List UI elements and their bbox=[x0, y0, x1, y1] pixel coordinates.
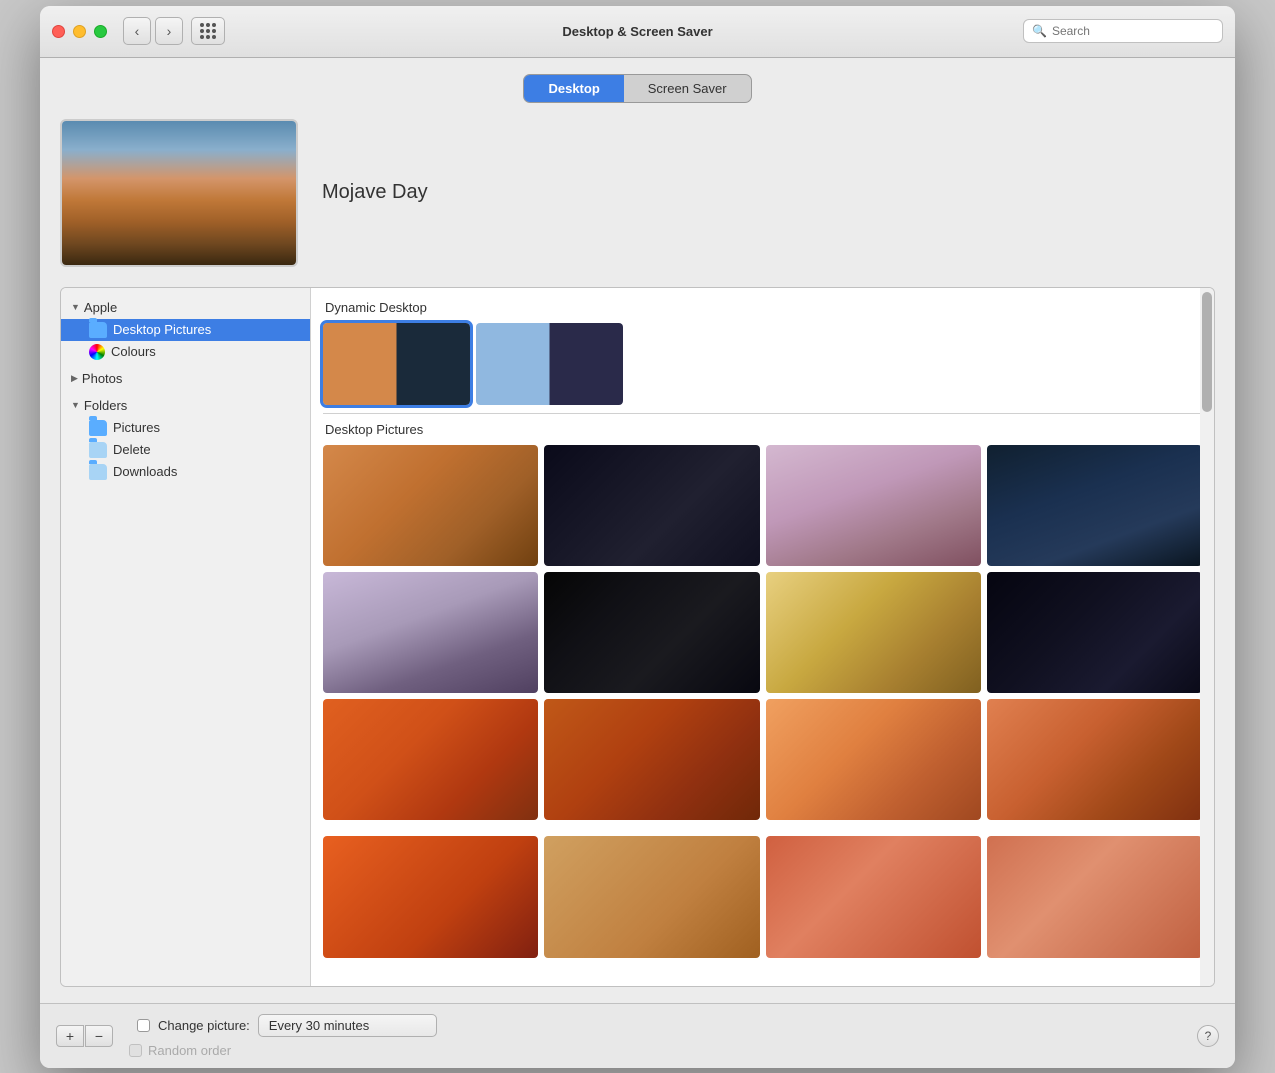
sidebar-section-apple: ▼ Apple Desktop Pictures Colours bbox=[61, 296, 310, 363]
list-item[interactable] bbox=[987, 699, 1202, 820]
sidebar-apple-label: Apple bbox=[84, 300, 117, 315]
nav-buttons: ‹ › bbox=[123, 17, 183, 45]
sidebar-downloads-label: Downloads bbox=[113, 464, 177, 479]
sidebar-item-downloads[interactable]: Downloads bbox=[61, 461, 310, 483]
list-item[interactable] bbox=[544, 836, 759, 957]
folder-downloads-icon bbox=[89, 464, 107, 480]
list-item[interactable] bbox=[766, 699, 981, 820]
sidebar-section-folders: ▼ Folders Pictures Delete Downloads bbox=[61, 394, 310, 483]
sidebar-photos-label: Photos bbox=[82, 371, 122, 386]
dynamic-desktop-label: Dynamic Desktop bbox=[323, 300, 1202, 315]
desktop-pictures-section: Desktop Pictures bbox=[323, 422, 1202, 957]
change-picture-checkbox[interactable] bbox=[137, 1019, 150, 1032]
desktop-pictures-grid bbox=[323, 445, 1202, 820]
scrollbar-thumb[interactable] bbox=[1202, 292, 1212, 412]
random-order-row: Random order bbox=[129, 1043, 437, 1058]
list-item[interactable] bbox=[544, 699, 759, 820]
add-remove-buttons: + − bbox=[56, 1025, 113, 1047]
wallpaper-catalina-dynamic[interactable] bbox=[476, 323, 623, 406]
list-item[interactable] bbox=[323, 836, 538, 957]
main-content: Desktop Screen Saver Mojave Day ▼ Apple bbox=[40, 58, 1235, 1003]
change-picture-label: Change picture: bbox=[158, 1018, 250, 1033]
sidebar-item-desktop-pictures[interactable]: Desktop Pictures bbox=[61, 319, 310, 341]
sidebar-folders-header[interactable]: ▼ Folders bbox=[61, 394, 310, 417]
browser-area: ▼ Apple Desktop Pictures Colours ▶ bbox=[60, 287, 1215, 987]
traffic-lights bbox=[52, 25, 107, 38]
preview-section: Mojave Day bbox=[60, 119, 1215, 267]
random-order-checkbox[interactable] bbox=[129, 1044, 142, 1057]
list-item[interactable] bbox=[766, 572, 981, 693]
sidebar-folders-label: Folders bbox=[84, 398, 127, 413]
sidebar-item-pictures[interactable]: Pictures bbox=[61, 417, 310, 439]
folder-delete-icon bbox=[89, 442, 107, 458]
tab-desktop[interactable]: Desktop bbox=[524, 75, 623, 102]
bottom-bar: + − Change picture: Every 5 seconds Ever… bbox=[40, 1003, 1235, 1068]
scrollbar-track[interactable] bbox=[1200, 288, 1214, 986]
tab-screensaver[interactable]: Screen Saver bbox=[624, 75, 751, 102]
app-grid-button[interactable] bbox=[191, 17, 225, 45]
back-button[interactable]: ‹ bbox=[123, 17, 151, 45]
triangle-down-icon-2: ▼ bbox=[71, 400, 80, 410]
wallpaper-grid-area: Dynamic Desktop Desktop Pictures bbox=[311, 288, 1214, 986]
section-divider bbox=[323, 413, 1202, 414]
preview-image bbox=[62, 121, 296, 265]
interval-select[interactable]: Every 5 seconds Every 1 minute Every 5 m… bbox=[258, 1014, 437, 1037]
search-bar[interactable]: 🔍 bbox=[1023, 19, 1223, 43]
sidebar-colours-label: Colours bbox=[111, 344, 156, 359]
list-item[interactable] bbox=[766, 836, 981, 957]
triangle-down-icon: ▼ bbox=[71, 302, 80, 312]
help-button[interactable]: ? bbox=[1197, 1025, 1219, 1047]
forward-button[interactable]: › bbox=[155, 17, 183, 45]
sidebar-pictures-label: Pictures bbox=[113, 420, 160, 435]
search-icon: 🔍 bbox=[1032, 24, 1047, 38]
remove-button[interactable]: − bbox=[85, 1025, 113, 1047]
sidebar-apple-header[interactable]: ▼ Apple bbox=[61, 296, 310, 319]
sidebar-section-photos: ▶ Photos bbox=[61, 367, 310, 390]
main-window: ‹ › Desktop & Screen Saver 🔍 Desktop Scr… bbox=[40, 6, 1235, 1068]
sidebar: ▼ Apple Desktop Pictures Colours ▶ bbox=[61, 288, 311, 986]
list-item[interactable] bbox=[544, 572, 759, 693]
preview-name: Mojave Day bbox=[322, 181, 428, 204]
random-order-label: Random order bbox=[148, 1043, 231, 1058]
search-input[interactable] bbox=[1052, 24, 1214, 38]
desktop-pictures-label: Desktop Pictures bbox=[323, 422, 1202, 437]
dynamic-desktop-section: Dynamic Desktop bbox=[323, 300, 1202, 406]
add-button[interactable]: + bbox=[56, 1025, 84, 1047]
sidebar-item-delete[interactable]: Delete bbox=[61, 439, 310, 461]
list-item[interactable] bbox=[323, 572, 538, 693]
list-item[interactable] bbox=[544, 445, 759, 566]
folder-pictures-icon bbox=[89, 420, 107, 436]
minimize-button[interactable] bbox=[73, 25, 86, 38]
sidebar-photos-header[interactable]: ▶ Photos bbox=[61, 367, 310, 390]
tab-group: Desktop Screen Saver bbox=[523, 74, 751, 103]
titlebar: ‹ › Desktop & Screen Saver 🔍 bbox=[40, 6, 1235, 58]
list-item[interactable] bbox=[323, 699, 538, 820]
sidebar-desktop-pictures-label: Desktop Pictures bbox=[113, 322, 211, 337]
dynamic-desktop-grid bbox=[323, 323, 623, 406]
list-item[interactable] bbox=[987, 572, 1202, 693]
list-item[interactable] bbox=[766, 445, 981, 566]
list-item[interactable] bbox=[323, 445, 538, 566]
sidebar-delete-label: Delete bbox=[113, 442, 151, 457]
color-circle-icon bbox=[89, 344, 105, 360]
desktop-pictures-grid-extra bbox=[323, 836, 1202, 957]
window-title: Desktop & Screen Saver bbox=[562, 24, 712, 39]
preview-thumbnail bbox=[60, 119, 298, 267]
controls-right: Change picture: Every 5 seconds Every 1 … bbox=[129, 1014, 437, 1058]
interval-select-wrapper: Every 5 seconds Every 1 minute Every 5 m… bbox=[258, 1014, 437, 1037]
grid-icon bbox=[200, 23, 216, 39]
tab-bar: Desktop Screen Saver bbox=[60, 74, 1215, 103]
list-item[interactable] bbox=[987, 445, 1202, 566]
close-button[interactable] bbox=[52, 25, 65, 38]
sidebar-item-colours[interactable]: Colours bbox=[61, 341, 310, 363]
triangle-right-icon: ▶ bbox=[71, 373, 78, 384]
change-picture-row: Change picture: Every 5 seconds Every 1 … bbox=[137, 1014, 437, 1037]
maximize-button[interactable] bbox=[94, 25, 107, 38]
list-item[interactable] bbox=[987, 836, 1202, 957]
wallpaper-mojave-dynamic[interactable] bbox=[323, 323, 470, 406]
folder-icon bbox=[89, 322, 107, 338]
